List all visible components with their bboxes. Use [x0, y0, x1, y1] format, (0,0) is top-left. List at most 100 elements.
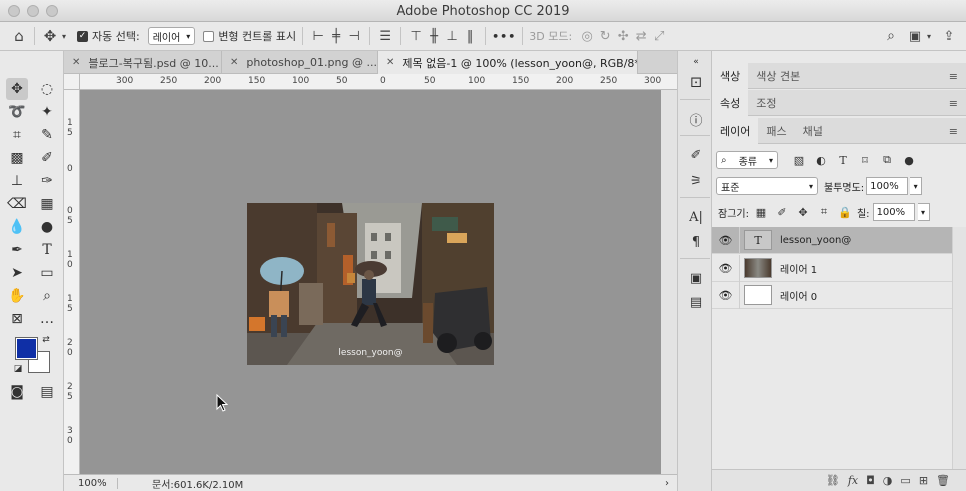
adjustment-filter-icon[interactable]: ◐ [812, 151, 830, 169]
horizontal-ruler[interactable]: 300 250 200 150 100 50 0 50 100 150 200 … [80, 74, 677, 90]
gradient-tool-icon[interactable]: ▦ [36, 193, 58, 215]
histogram-panel-icon[interactable]: ⚀ [686, 73, 706, 93]
status-menu-chevron-icon[interactable]: › [657, 478, 677, 489]
orbit-3d-icon[interactable]: ◎ [578, 27, 596, 45]
move-tool-preset-icon[interactable]: ✥ [41, 27, 59, 45]
magic-wand-tool-icon[interactable]: ✦ [36, 101, 58, 123]
auto-select-group[interactable]: ✓ 자동 선택: [77, 25, 140, 47]
collapse-arrows-icon[interactable]: « [686, 52, 706, 72]
layer-name[interactable]: 레이어 0 [780, 288, 817, 303]
chevron-down-icon[interactable]: ▾ [59, 27, 69, 45]
slide-3d-icon[interactable]: ⇄ [632, 27, 650, 45]
scale-3d-icon[interactable]: ⤢ [650, 27, 668, 45]
distribute-vertical-icon[interactable]: ‖ [461, 27, 479, 45]
layers-scrollbar[interactable] [952, 227, 966, 469]
opacity-input[interactable]: 100% [866, 177, 909, 195]
fill-dropdown-arrow[interactable]: ▾ [917, 203, 930, 221]
alley-photo-layer[interactable]: lesson_yoon@ [247, 203, 494, 365]
document-canvas[interactable]: lesson_yoon@ [80, 90, 661, 474]
path-selection-tool-icon[interactable]: ➤ [6, 262, 28, 284]
vertical-ruler[interactable]: 1 5 0 0 5 1 0 1 5 2 0 2 5 3 0 [64, 90, 80, 474]
search-icon[interactable]: ⌕ [882, 27, 900, 45]
transform-controls-checkbox[interactable] [203, 30, 215, 42]
lock-transparency-icon[interactable]: ▦ [752, 203, 770, 221]
tab-color[interactable]: 색상 [712, 62, 749, 89]
more-tools-icon[interactable]: … [36, 308, 58, 330]
smart-object-filter-icon[interactable]: ⧉ [878, 151, 896, 169]
panel-menu-icon[interactable]: ≡ [949, 125, 958, 138]
align-right-icon[interactable]: ⊣ [345, 27, 363, 45]
frame-tool-icon[interactable]: ⊠ [6, 308, 28, 330]
close-icon[interactable]: ✕ [386, 57, 394, 68]
panel-menu-icon[interactable]: ≡ [949, 97, 958, 110]
lock-artboard-icon[interactable]: ⌗ [815, 203, 833, 221]
align-center-horizontal-icon[interactable]: ╪ [327, 27, 345, 45]
rectangle-tool-icon[interactable]: ▭ [36, 262, 58, 284]
brush-settings-icon[interactable]: ✐ [686, 145, 706, 165]
eraser-tool-icon[interactable]: ⌫ [6, 193, 28, 215]
healing-brush-tool-icon[interactable]: ▩ [6, 147, 28, 169]
quick-mask-icon[interactable]: ◙ [6, 381, 28, 403]
tab-adjustments[interactable]: 조정 [748, 90, 784, 116]
brush-tool-icon[interactable]: ✐ [36, 147, 58, 169]
pixel-filter-icon[interactable]: ▧ [790, 151, 808, 169]
align-bottom-icon[interactable]: ⊥ [443, 27, 461, 45]
adjustment-icon[interactable]: ◑ [883, 474, 893, 487]
move-tool-icon[interactable]: ✥ [6, 78, 28, 100]
pen-tool-icon[interactable]: ✒ [6, 239, 28, 261]
align-middle-vertical-icon[interactable]: ╫ [425, 27, 443, 45]
fill-input[interactable]: 100% [872, 203, 915, 221]
history-brush-tool-icon[interactable]: ✑ [36, 170, 58, 192]
auto-select-checkbox[interactable]: ✓ [77, 30, 88, 42]
blur-tool-icon[interactable]: 💧 [6, 216, 28, 238]
tab-properties[interactable]: 속성 [712, 89, 749, 116]
tab-paths[interactable]: 패스 [758, 118, 794, 144]
transform-controls-group[interactable]: 변형 컨트롤 표시 [203, 25, 296, 47]
eye-icon[interactable]: 👁 [712, 226, 740, 254]
share-icon[interactable]: ⇪ [940, 27, 958, 45]
notes-panel-icon[interactable]: ▤ [686, 292, 706, 312]
panel-menu-icon[interactable]: ≡ [949, 70, 958, 83]
tab-channels[interactable]: 채널 [795, 118, 831, 144]
swap-colors-icon[interactable]: ⇄ [40, 334, 52, 346]
info-panel-icon[interactable]: ⓘ [686, 109, 706, 129]
tab-photoshop-png[interactable]: ✕ photoshop_01.png @ ... [222, 51, 378, 74]
eye-icon[interactable]: 👁 [712, 281, 740, 309]
auto-select-target-select[interactable]: 레이어 ▾ [147, 27, 196, 45]
lock-all-icon[interactable]: 🔒 [836, 203, 854, 221]
more-options-button[interactable]: ••• [492, 25, 516, 47]
link-icon[interactable]: ⛓ [826, 474, 840, 487]
new-layer-icon[interactable]: ⊞ [919, 474, 928, 487]
default-colors-icon[interactable]: ◪ [12, 363, 24, 375]
crop-tool-icon[interactable]: ⌗ [6, 124, 28, 146]
brushes-panel-icon[interactable]: ⚞ [686, 171, 706, 191]
layer-row[interactable]: 👁 T lesson_yoon@ [712, 226, 952, 254]
distribute-horizontal-icon[interactable]: ☰ [376, 27, 394, 45]
folder-icon[interactable]: ▭ [900, 474, 910, 487]
tab-layers[interactable]: 레이어 [712, 117, 759, 144]
filter-kind-select[interactable]: ⌕ 종류 ▾ [716, 151, 778, 169]
lock-image-pixels-icon[interactable]: ✐ [773, 203, 791, 221]
filter-toggle-icon[interactable]: ● [900, 151, 918, 169]
align-top-icon[interactable]: ⊤ [407, 27, 425, 45]
tab-swatches[interactable]: 색상 견본 [748, 63, 808, 89]
hand-tool-icon[interactable]: ✋ [6, 285, 28, 307]
close-icon[interactable]: ✕ [230, 57, 238, 68]
eye-icon[interactable]: 👁 [712, 254, 740, 282]
layer-name[interactable]: lesson_yoon@ [780, 235, 851, 246]
screen-mode-icon[interactable]: ▤ [36, 381, 58, 403]
marquee-tool-icon[interactable]: ◌ [36, 78, 58, 100]
shape-filter-icon[interactable]: ⌑ [856, 151, 874, 169]
vertical-scrollbar[interactable] [661, 90, 677, 474]
libraries-panel-icon[interactable]: ▣ [686, 268, 706, 288]
foreground-color-swatch[interactable] [15, 337, 38, 360]
trash-icon[interactable]: 🗑 [936, 474, 950, 487]
fx-icon[interactable]: fx [848, 474, 858, 487]
tab-untitled-1[interactable]: ✕ 제목 없음-1 @ 100% (lesson_yoon@, RGB/8*) … [378, 51, 638, 74]
align-left-icon[interactable]: ⊢ [309, 27, 327, 45]
zoom-level[interactable]: 100% [64, 477, 118, 489]
drag-3d-icon[interactable]: ✣ [614, 27, 632, 45]
clone-stamp-tool-icon[interactable]: ⊥ [6, 170, 28, 192]
zoom-tool-icon[interactable]: ⌕ [36, 285, 58, 307]
lasso-tool-icon[interactable]: ➰ [6, 101, 28, 123]
